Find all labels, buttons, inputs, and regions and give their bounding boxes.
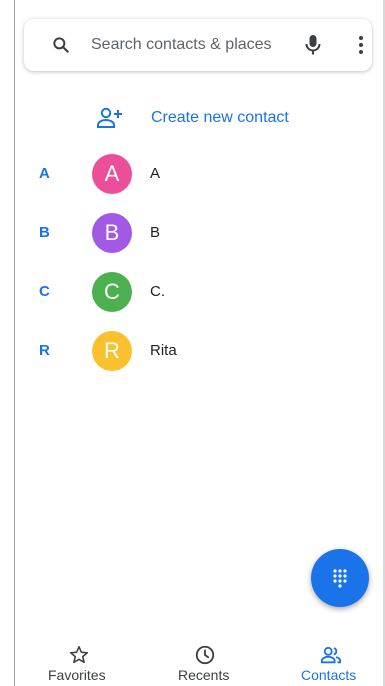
contact-name: B bbox=[150, 224, 161, 241]
section-letter: C bbox=[39, 283, 50, 300]
mic-icon[interactable] bbox=[303, 33, 323, 57]
search-icon[interactable] bbox=[51, 35, 71, 55]
clock-icon bbox=[195, 645, 215, 665]
list-item-contact[interactable]: R R Rita bbox=[0, 328, 385, 376]
section-letter: A bbox=[39, 165, 50, 182]
list-item-contact[interactable]: C C C. bbox=[0, 269, 385, 317]
list-item-contact[interactable]: A A A bbox=[0, 151, 385, 199]
avatar: A bbox=[92, 154, 132, 194]
section-letter: R bbox=[39, 342, 50, 359]
person-add-icon bbox=[97, 107, 122, 128]
more-vert-icon[interactable] bbox=[351, 34, 371, 56]
dialpad-button[interactable] bbox=[311, 549, 369, 607]
create-new-contact-label: Create new contact bbox=[151, 109, 289, 126]
avatar: B bbox=[92, 213, 132, 253]
star-icon bbox=[69, 645, 89, 664]
tab-favorites[interactable]: Favorites bbox=[35, 636, 125, 686]
tab-label: Contacts bbox=[301, 667, 357, 683]
contact-name: A bbox=[150, 165, 161, 182]
avatar: C bbox=[92, 272, 132, 312]
create-new-contact-button[interactable]: Create new contact bbox=[96, 104, 336, 132]
bottom-navigation: Favorites Recents Contacts bbox=[15, 636, 385, 686]
tab-contacts[interactable]: Contacts bbox=[285, 636, 380, 686]
tab-label: Favorites bbox=[48, 667, 106, 683]
contact-name: C. bbox=[150, 283, 165, 300]
dialpad-icon bbox=[333, 569, 347, 588]
tab-recents[interactable]: Recents bbox=[160, 636, 250, 686]
tab-label: Recents bbox=[178, 667, 230, 683]
list-item-contact[interactable]: B B B bbox=[0, 210, 385, 258]
search-bar[interactable]: Search contacts & places bbox=[24, 19, 372, 71]
contact-name: Rita bbox=[150, 342, 177, 359]
search-input[interactable]: Search contacts & places bbox=[91, 36, 272, 54]
avatar: R bbox=[92, 331, 132, 371]
people-icon bbox=[320, 646, 342, 664]
section-letter: B bbox=[39, 224, 50, 241]
